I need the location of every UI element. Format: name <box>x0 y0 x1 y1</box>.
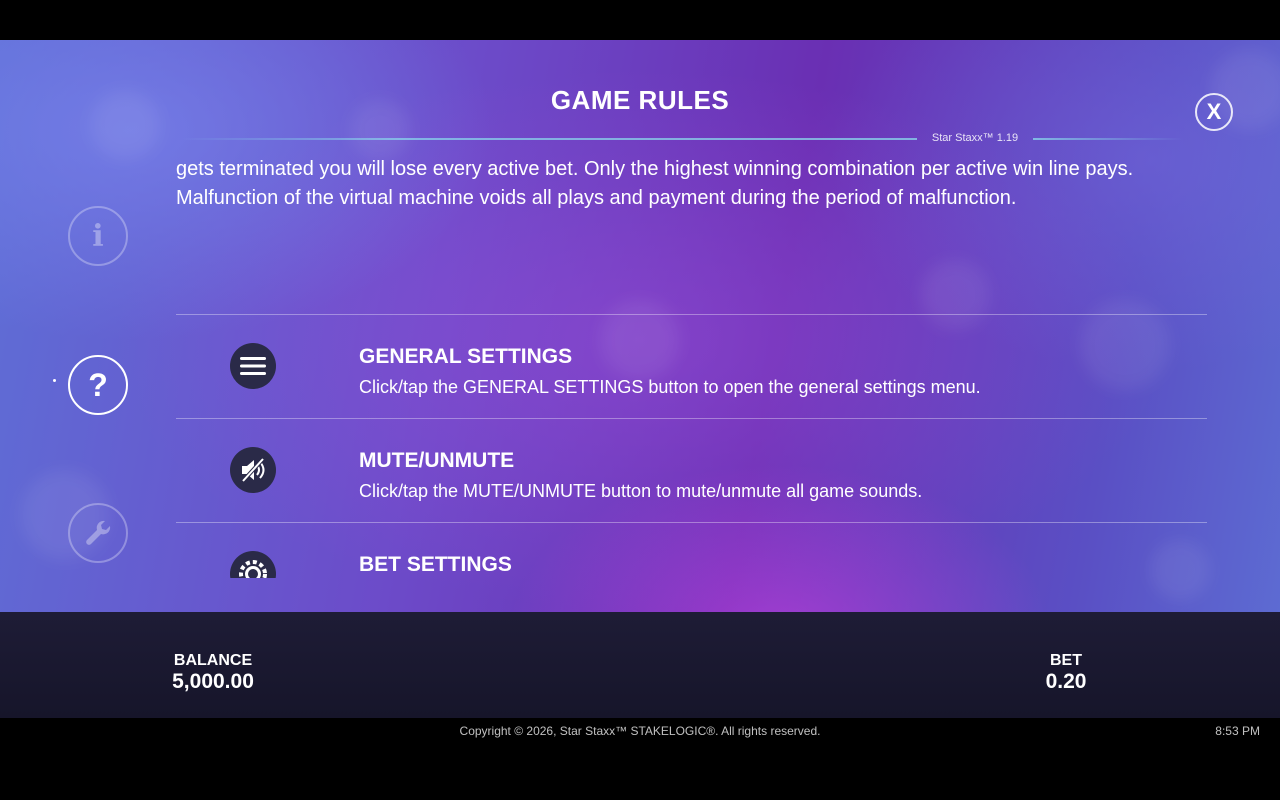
rule-item-mute-unmute: MUTE/UNMUTE Click/tap the MUTE/UNMUTE bu… <box>176 418 1207 522</box>
copyright-text: Copyright © 2026, Star Staxx™ STAKELOGIC… <box>459 724 821 738</box>
rule-item-general-settings: GENERAL SETTINGS Click/tap the GENERAL S… <box>176 314 1207 418</box>
rules-text: gets terminated you will lose every acti… <box>176 158 1134 209</box>
question-icon: ? <box>88 366 108 403</box>
sidebar-item-settings[interactable] <box>68 503 128 563</box>
rule-title: GENERAL SETTINGS <box>359 345 573 368</box>
wrench-icon <box>86 520 111 545</box>
rule-description: Click/tap the GENERAL SETTINGS button to… <box>359 377 981 397</box>
bet-label: BET <box>1050 652 1082 669</box>
balance-label: BALANCE <box>173 652 253 669</box>
bet-display: BET 0.20 <box>1016 652 1116 694</box>
bet-settings-button[interactable] <box>230 551 276 578</box>
hamburger-menu-icon <box>240 357 266 375</box>
rules-scroll-area[interactable]: gets terminated you will lose every acti… <box>176 152 1207 578</box>
sidebar-item-help[interactable]: ? <box>68 355 128 415</box>
speaker-mute-icon <box>241 457 265 483</box>
rule-title: MUTE/UNMUTE <box>359 449 515 472</box>
general-settings-button[interactable] <box>230 343 276 389</box>
close-button[interactable]: X <box>1195 93 1233 131</box>
sidebar-item-info[interactable]: i <box>68 206 128 266</box>
active-indicator <box>53 379 56 382</box>
status-bar: BALANCE 5,000.00 BET 0.20 <box>0 612 1280 718</box>
page-title: GAME RULES <box>550 85 730 115</box>
game-rules-panel: GAME RULES Star Staxx™ 1.19 X i ? gets t… <box>0 40 1280 612</box>
version-label: Star Staxx™ 1.19 <box>931 132 1019 144</box>
balance-display: BALANCE 5,000.00 <box>153 652 273 694</box>
info-icon: i <box>92 218 104 254</box>
bet-gear-icon <box>239 560 267 578</box>
bet-value: 0.20 <box>1045 670 1087 693</box>
title-divider-left <box>180 138 917 140</box>
title-divider-right <box>1033 138 1183 140</box>
close-icon: X <box>1206 99 1222 124</box>
balance-value: 5,000.00 <box>172 670 254 693</box>
rule-description: Click/tap the MUTE/UNMUTE button to mute… <box>359 481 923 501</box>
rule-item-bet-settings: BET SETTINGS <box>176 522 1207 578</box>
rule-title: BET SETTINGS <box>359 553 512 576</box>
clock: 8:53 PM <box>1215 724 1260 738</box>
mute-unmute-button[interactable] <box>230 447 276 493</box>
